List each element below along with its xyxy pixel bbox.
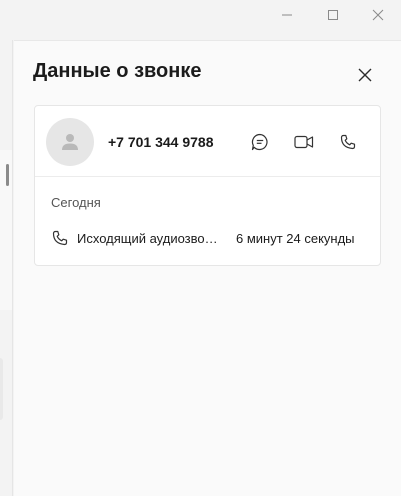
call-history-row[interactable]: Исходящий аудиозвонок 6 минут 24 секунды	[35, 224, 380, 254]
call-details-card: +7 701 344 9788 Сегодня Исходящий аудиоз…	[34, 105, 381, 266]
chat-button[interactable]	[244, 126, 276, 158]
title-bar	[0, 0, 401, 30]
maximize-icon	[328, 10, 338, 20]
minimize-icon	[282, 14, 292, 16]
panel-close-button[interactable]	[351, 61, 379, 89]
history-date-label: Сегодня	[51, 195, 101, 210]
left-pane-edge	[0, 40, 13, 496]
audio-call-button[interactable]	[332, 126, 364, 158]
person-icon	[62, 134, 78, 150]
panel-title: Данные о звонке	[33, 60, 202, 82]
avatar[interactable]	[46, 118, 94, 166]
video-camera-icon	[294, 135, 314, 149]
call-duration: 6 минут 24 секунды	[236, 231, 355, 246]
call-details-panel: Данные о звонке +7 701 344 9788 Сегодня …	[14, 40, 401, 496]
scrollbar-thumb[interactable]	[6, 164, 9, 186]
chat-icon	[251, 133, 268, 151]
video-call-button[interactable]	[288, 126, 320, 158]
call-description: Исходящий аудиозвонок	[77, 231, 219, 246]
window-close-button[interactable]	[355, 0, 401, 30]
divider	[35, 176, 380, 177]
left-pane-item	[0, 358, 3, 420]
phone-icon	[52, 230, 68, 246]
close-icon	[372, 9, 384, 21]
minimize-button[interactable]	[264, 0, 310, 30]
maximize-button[interactable]	[310, 0, 356, 30]
phone-icon	[340, 134, 356, 150]
contact-phone-number: +7 701 344 9788	[108, 134, 214, 150]
close-icon	[358, 68, 372, 82]
